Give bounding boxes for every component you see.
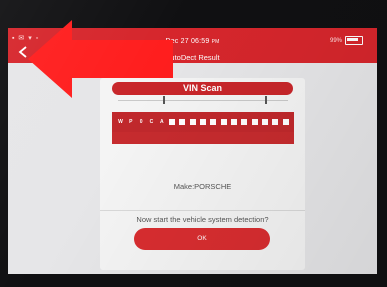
vin-character-cell: 0 — [139, 119, 143, 125]
vin-character-cell — [219, 118, 228, 126]
vin-character-cell — [199, 118, 208, 126]
vin-character-cell — [188, 118, 197, 126]
vin-character-cell: W — [118, 119, 123, 125]
vin-strip-shadow — [112, 132, 294, 144]
vehicle-make-label: Make:PORSCHE — [173, 182, 232, 191]
vin-character-strip: WP0CA — [112, 112, 294, 132]
vin-character-cell: P — [129, 119, 133, 125]
left-arrow-annotation-icon — [28, 20, 173, 98]
vin-character-cell: A — [159, 119, 164, 125]
vin-result-panel: VIN Scan WP0CA Make:PORSCHE Now start th… — [100, 78, 305, 270]
panel-divider — [100, 210, 305, 211]
vin-frame-tick-right — [265, 96, 267, 104]
vin-frame-guide — [118, 100, 288, 101]
vin-character-cell — [250, 118, 259, 126]
ok-button[interactable]: OK — [134, 228, 270, 250]
vin-character-cell — [260, 118, 269, 126]
vin-character-cell — [178, 118, 187, 126]
vin-character-cell: C — [149, 119, 154, 125]
detection-prompt: Now start the vehicle system detection? — [136, 215, 269, 224]
battery-percent: 99% — [329, 37, 342, 44]
vin-character-cell — [281, 118, 290, 126]
vin-character-cell — [168, 118, 177, 126]
vin-character-cell — [229, 118, 238, 126]
vin-character-cell — [209, 118, 218, 126]
battery-indicator: 99% — [330, 36, 363, 45]
battery-icon — [345, 36, 363, 45]
vin-character-cell — [240, 118, 249, 126]
vin-character-cell — [271, 118, 280, 126]
datetime-suffix: PM — [211, 39, 220, 45]
